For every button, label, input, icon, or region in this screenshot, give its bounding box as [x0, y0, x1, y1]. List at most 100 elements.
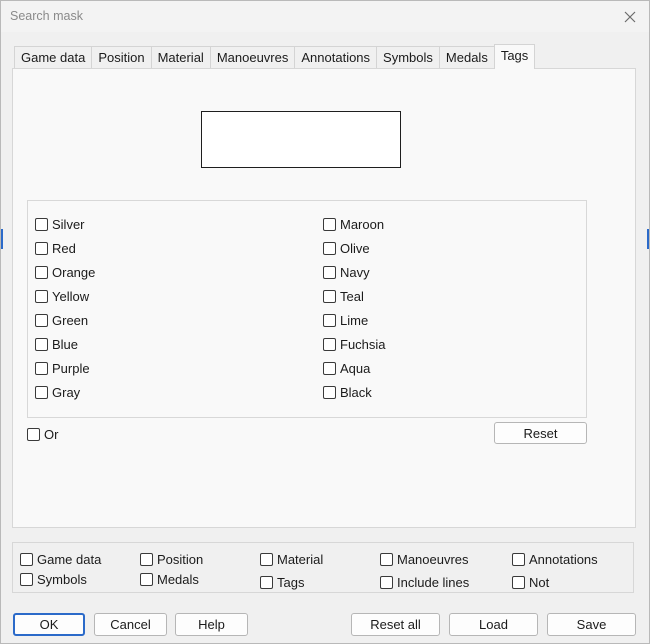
checkbox-label: Or — [44, 426, 59, 442]
checkbox-box[interactable] — [260, 552, 273, 566]
reset-all-button[interactable]: Reset all — [351, 613, 440, 636]
checkbox-aqua[interactable]: Aqua — [323, 359, 370, 377]
save-button[interactable]: Save — [547, 613, 636, 636]
checkbox-green[interactable]: Green — [35, 311, 88, 329]
checkbox-box[interactable] — [35, 241, 48, 255]
tab-annotations[interactable]: Annotations — [294, 46, 377, 69]
checkbox-label: Silver — [52, 216, 85, 232]
checkbox-maroon[interactable]: Maroon — [323, 215, 384, 233]
checkbox-label: Blue — [52, 336, 79, 352]
checkbox-label: Purple — [52, 360, 90, 376]
checkbox-box[interactable] — [35, 289, 48, 303]
checkbox-box[interactable] — [35, 385, 48, 399]
checkbox-box[interactable] — [380, 575, 393, 589]
tab-bar: Game data Position Material Manoeuvres A… — [14, 44, 536, 69]
checkbox-olive[interactable]: Olive — [323, 239, 370, 257]
checkbox-box[interactable] — [35, 361, 48, 375]
tab-tags[interactable]: Tags — [493, 44, 536, 69]
tab-symbols[interactable]: Symbols — [376, 46, 439, 69]
checkbox-blue[interactable]: Blue — [35, 335, 78, 353]
close-button[interactable] — [615, 3, 645, 30]
filter-material[interactable]: Material — [260, 550, 323, 568]
checkbox-box[interactable] — [35, 337, 48, 351]
close-icon — [624, 11, 636, 22]
checkbox-label: Include lines — [397, 574, 470, 590]
checkbox-label: Olive — [340, 240, 370, 256]
tab-medals[interactable]: Medals — [438, 46, 494, 69]
checkbox-box[interactable] — [140, 552, 153, 566]
title-bar: Search mask — [1, 1, 649, 32]
checkbox-label: Aqua — [340, 360, 371, 376]
checkbox-label: Not — [529, 574, 550, 590]
ok-button[interactable]: OK — [13, 613, 85, 636]
checkbox-silver[interactable]: Silver — [35, 215, 85, 233]
color-preview-box — [201, 111, 401, 168]
checkbox-teal[interactable]: Teal — [323, 287, 364, 305]
checkbox-label: Teal — [340, 288, 364, 304]
filter-include-lines[interactable]: Include lines — [380, 573, 469, 591]
checkbox-box[interactable] — [323, 217, 336, 231]
checkbox-box[interactable] — [323, 289, 336, 303]
checkbox-box[interactable] — [140, 572, 153, 586]
checkbox-fuchsia[interactable]: Fuchsia — [323, 335, 386, 353]
filter-manoeuvres[interactable]: Manoeuvres — [380, 550, 469, 568]
tags-tab-panel: Silver Red Orange Yellow Green Blue Purp… — [12, 68, 636, 528]
checkbox-label: Tags — [277, 574, 305, 590]
checkbox-box[interactable] — [512, 552, 525, 566]
load-button[interactable]: Load — [449, 613, 538, 636]
filter-medals[interactable]: Medals — [140, 570, 199, 588]
checkbox-label: Position — [157, 551, 204, 567]
checkbox-label: Lime — [340, 312, 369, 328]
checkbox-box[interactable] — [27, 427, 40, 441]
window-edge-accent-right — [647, 229, 649, 249]
filter-game-data[interactable]: Game data — [20, 550, 101, 568]
checkbox-label: Navy — [340, 264, 370, 280]
checkbox-label: Orange — [52, 264, 96, 280]
checkbox-yellow[interactable]: Yellow — [35, 287, 89, 305]
checkbox-box[interactable] — [323, 241, 336, 255]
filter-tags[interactable]: Tags — [260, 573, 304, 591]
checkbox-label: Yellow — [52, 288, 90, 304]
checkbox-box[interactable] — [35, 217, 48, 231]
checkbox-navy[interactable]: Navy — [323, 263, 370, 281]
checkbox-or[interactable]: Or — [27, 425, 58, 443]
window-edge-accent-left — [1, 229, 3, 249]
checkbox-box[interactable] — [323, 313, 336, 327]
checkbox-box[interactable] — [35, 313, 48, 327]
checkbox-label: Maroon — [340, 216, 385, 232]
tab-material[interactable]: Material — [150, 46, 210, 69]
checkbox-label: Red — [52, 240, 76, 256]
checkbox-black[interactable]: Black — [323, 383, 372, 401]
cancel-button[interactable]: Cancel — [94, 613, 167, 636]
checkbox-box[interactable] — [380, 552, 393, 566]
checkbox-gray[interactable]: Gray — [35, 383, 80, 401]
checkbox-purple[interactable]: Purple — [35, 359, 90, 377]
checkbox-orange[interactable]: Orange — [35, 263, 95, 281]
checkbox-box[interactable] — [323, 361, 336, 375]
checkbox-label: Fuchsia — [340, 336, 386, 352]
filter-annotations[interactable]: Annotations — [512, 550, 598, 568]
checkbox-box[interactable] — [20, 572, 33, 586]
reset-button[interactable]: Reset — [494, 422, 587, 444]
checkbox-red[interactable]: Red — [35, 239, 76, 257]
filter-symbols[interactable]: Symbols — [20, 570, 87, 588]
checkbox-box[interactable] — [512, 575, 525, 589]
search-mask-dialog: Search mask Game data Position Material … — [0, 0, 650, 644]
filter-not[interactable]: Not — [512, 573, 549, 591]
checkbox-label: Game data — [37, 551, 102, 567]
tab-game-data[interactable]: Game data — [14, 46, 92, 69]
tab-manoeuvres[interactable]: Manoeuvres — [209, 46, 295, 69]
filter-position[interactable]: Position — [140, 550, 203, 568]
checkbox-box[interactable] — [35, 265, 48, 279]
checkbox-label: Gray — [52, 384, 81, 400]
checkbox-box[interactable] — [323, 385, 336, 399]
checkbox-label: Black — [340, 384, 372, 400]
help-button[interactable]: Help — [175, 613, 248, 636]
tab-position[interactable]: Position — [91, 46, 151, 69]
checkbox-box[interactable] — [323, 337, 336, 351]
checkbox-box[interactable] — [20, 552, 33, 566]
checkbox-box[interactable] — [323, 265, 336, 279]
checkbox-label: Annotations — [529, 551, 598, 567]
checkbox-box[interactable] — [260, 575, 273, 589]
checkbox-lime[interactable]: Lime — [323, 311, 368, 329]
